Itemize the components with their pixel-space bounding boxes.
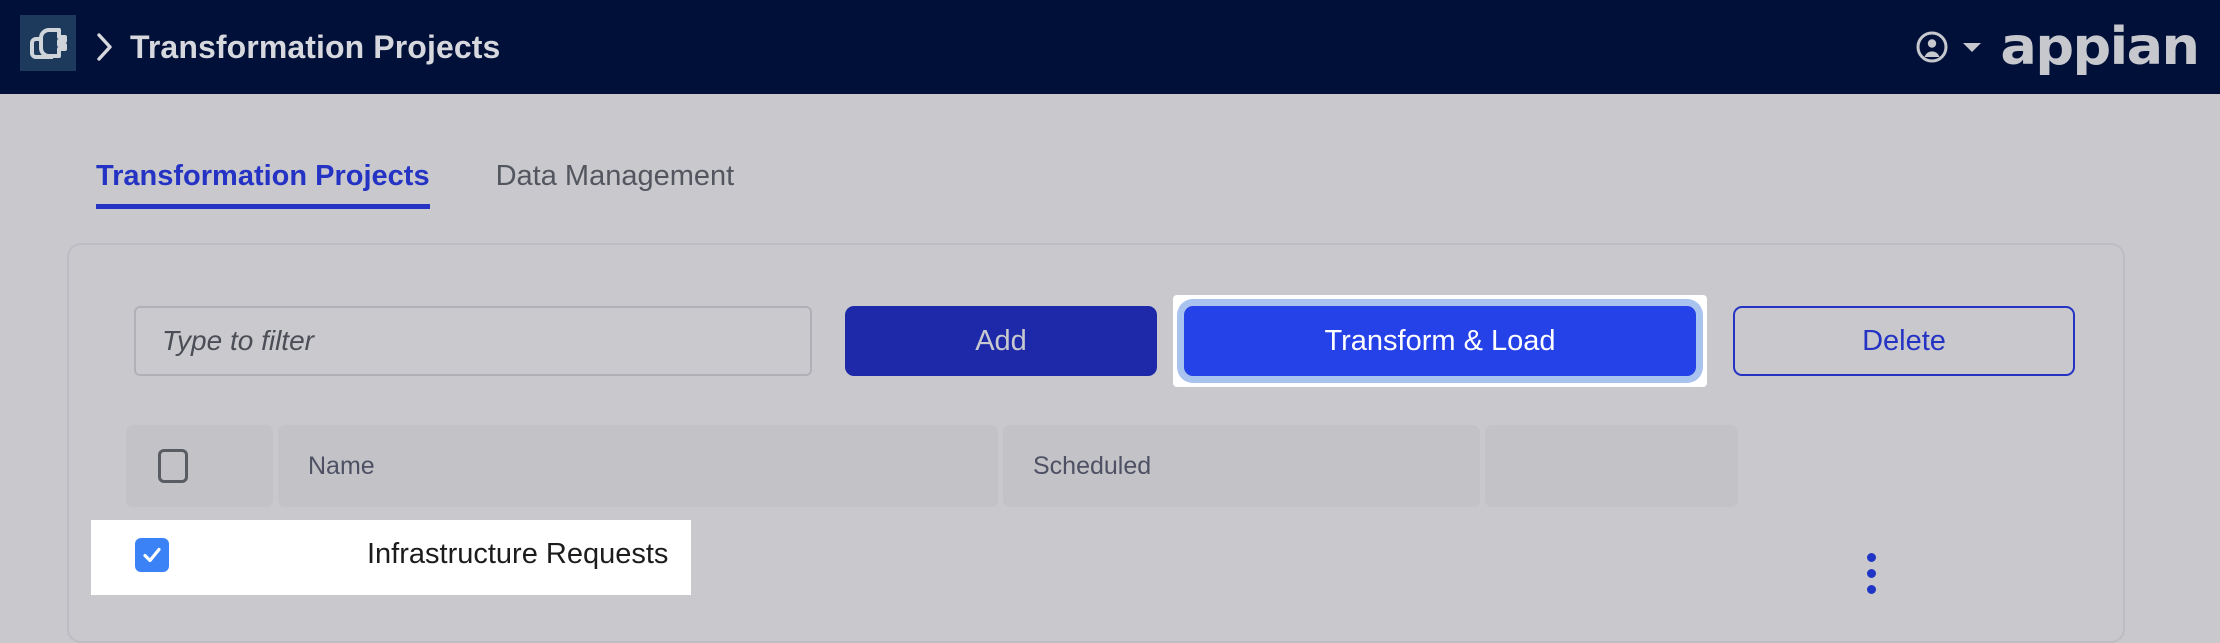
add-button-label: Add: [975, 324, 1027, 357]
table-header-select-all-cell: [126, 425, 273, 507]
table-row-name: Infrastructure Requests: [367, 538, 669, 570]
chevron-right-icon: [97, 33, 112, 61]
kebab-dot: [1867, 553, 1876, 562]
plug-connector-icon[interactable]: [20, 15, 76, 71]
kebab-dot: [1867, 569, 1876, 578]
column-header-scheduled: Scheduled: [1033, 451, 1152, 480]
column-header-name: Name: [308, 451, 375, 480]
kebab-dot: [1867, 585, 1876, 594]
user-account-icon: [1916, 31, 1948, 63]
toolbar: Add Transform & Load Delete: [134, 295, 2075, 387]
table-header-actions-cell: [1485, 425, 1738, 507]
chevron-down-icon: [1962, 42, 1981, 52]
select-all-checkbox[interactable]: [158, 449, 188, 483]
filter-input[interactable]: [134, 306, 812, 376]
table-header-name-cell[interactable]: Name: [278, 425, 998, 507]
row-select-checkbox[interactable]: [135, 538, 169, 572]
add-button[interactable]: Add: [845, 306, 1157, 376]
table-header-scheduled-cell[interactable]: Scheduled: [1003, 425, 1480, 507]
tab-label: Data Management: [495, 160, 735, 192]
transform-and-load-button[interactable]: Transform & Load: [1184, 306, 1696, 376]
tab-bar: Transformation Projects Data Management: [96, 160, 734, 209]
transform-and-load-button-label: Transform & Load: [1324, 324, 1556, 357]
top-header-bar: Transformation Projects appian: [0, 0, 2220, 94]
tab-data-management[interactable]: Data Management: [496, 160, 735, 209]
page-title: Transformation Projects: [130, 28, 501, 65]
table-header-row: Name Scheduled: [126, 425, 1738, 507]
check-icon: [143, 547, 161, 563]
user-account-menu[interactable]: [1915, 30, 1982, 64]
tab-label: Transformation Projects: [96, 160, 430, 192]
header-right-controls: appian: [1915, 0, 2200, 94]
appian-logo: appian: [1999, 17, 2200, 77]
kebab-menu-icon[interactable]: [1867, 553, 1876, 594]
delete-button-label: Delete: [1862, 324, 1946, 357]
delete-button[interactable]: Delete: [1733, 306, 2075, 376]
transform-load-focus-halo: Transform & Load: [1173, 295, 1707, 387]
projects-card: Add Transform & Load Delete Name Schedul…: [67, 243, 2125, 643]
breadcrumb: Transformation Projects: [96, 0, 500, 94]
tab-transformation-projects[interactable]: Transformation Projects: [96, 160, 430, 209]
